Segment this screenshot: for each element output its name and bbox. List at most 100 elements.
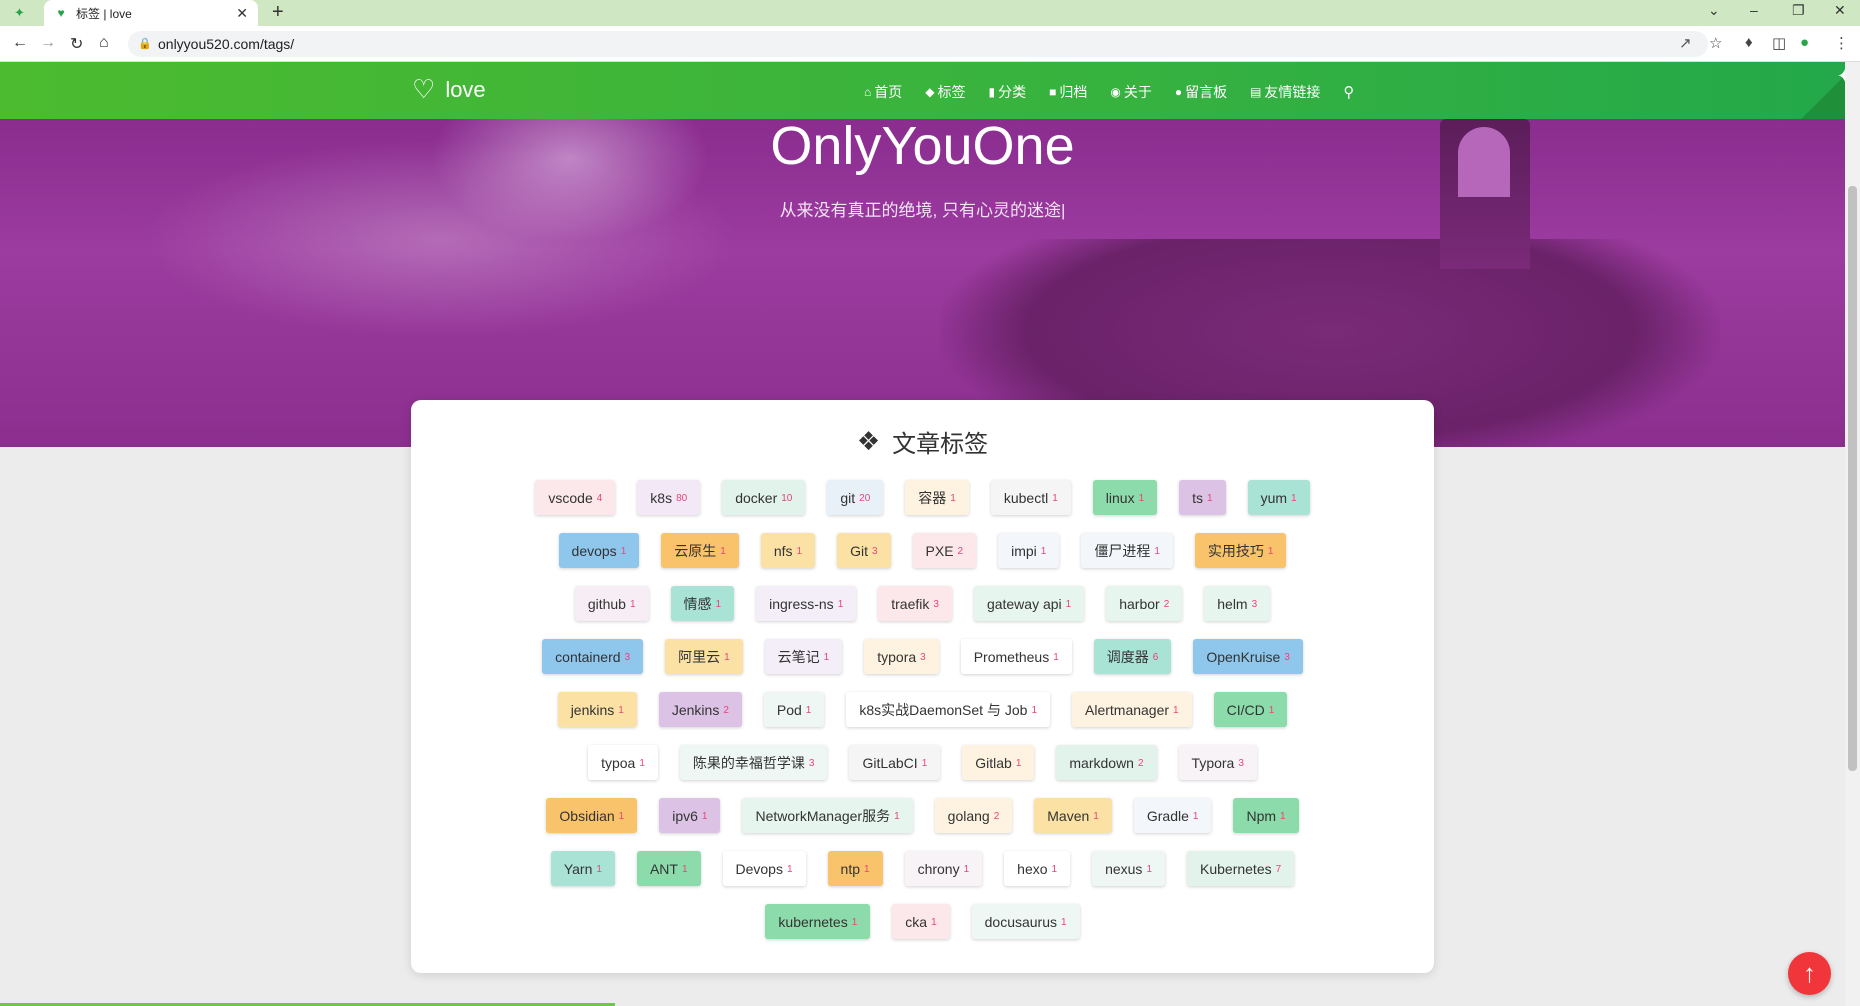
tag-link[interactable]: 容器 1 [905, 480, 969, 515]
minimize-button[interactable]: – [1750, 2, 1758, 18]
back-button[interactable]: ← [12, 34, 28, 52]
tag-link[interactable]: ipv6 1 [659, 798, 721, 833]
scrollbar-thumb[interactable] [1848, 186, 1857, 771]
search-button[interactable]: ⚲ [1343, 82, 1357, 102]
tag-link[interactable]: ingress-ns 1 [756, 586, 857, 621]
tag-link[interactable]: 云笔记 1 [764, 639, 843, 674]
tag-link[interactable]: docker 10 [722, 480, 806, 515]
new-tab-button[interactable]: + [272, 2, 284, 22]
tag-link[interactable]: github 1 [574, 586, 649, 621]
nav-categories[interactable]: ▮ 分类 [988, 82, 1026, 102]
tag-link[interactable]: chrony 1 [904, 851, 983, 886]
tag-link[interactable]: 僵尸进程 1 [1081, 533, 1173, 568]
nav-about[interactable]: ◉ 关于 [1110, 82, 1151, 102]
tag-link[interactable]: cka 1 [892, 904, 950, 939]
url-input[interactable]: 🔒 onlyyou520.com/tags/ [128, 31, 1708, 57]
tag-link[interactable]: Npm 1 [1233, 798, 1299, 833]
tag-link[interactable]: docusaurus 1 [971, 904, 1080, 939]
tag-link[interactable]: 阿里云 1 [665, 639, 743, 674]
tag-link[interactable]: k8s实战DaemonSet 与 Job 1 [846, 692, 1050, 727]
share-icon[interactable]: ↗ [1679, 34, 1692, 52]
tag-link[interactable]: jenkins 1 [557, 692, 637, 727]
tag-link[interactable]: 调度器 6 [1093, 639, 1172, 674]
back-to-top-button[interactable]: ↑ [1788, 952, 1831, 995]
home-button[interactable]: ⌂ [99, 34, 109, 52]
tag-link[interactable]: harbor 2 [1106, 586, 1183, 621]
site-logo[interactable]: ♡ love [412, 74, 486, 105]
tag-link[interactable]: CI/CD 1 [1213, 692, 1288, 727]
nav-tags[interactable]: ◆ 标签 [925, 82, 965, 102]
tag-name: CI/CD [1226, 701, 1265, 718]
tag-link[interactable]: kubernetes 1 [765, 904, 871, 939]
tag-link[interactable]: Gradle 1 [1133, 798, 1212, 833]
tag-link[interactable]: golang 2 [934, 798, 1013, 833]
tag-link[interactable]: impi 1 [998, 533, 1060, 568]
nav-friend-links[interactable]: ▤ 友情链接 [1250, 82, 1320, 102]
tag-link[interactable]: Yarn 1 [550, 851, 615, 886]
tag-link[interactable]: linux 1 [1092, 480, 1158, 515]
tag-name: Maven [1047, 807, 1090, 824]
tag-link[interactable]: Pod 1 [763, 692, 825, 727]
extensions-icon[interactable]: ♦ [1745, 34, 1753, 51]
tag-link[interactable]: ts 1 [1179, 480, 1226, 515]
tag-link[interactable]: traefik 3 [878, 586, 952, 621]
tag-link[interactable]: kubectl 1 [990, 480, 1071, 515]
tag-link[interactable]: typora 3 [864, 639, 939, 674]
tag-link[interactable]: Prometheus 1 [960, 639, 1072, 674]
tag-link[interactable]: Gitlab 1 [962, 745, 1035, 780]
profile-avatar-icon[interactable]: ● [1800, 34, 1809, 51]
tag-link[interactable]: 实用技巧 1 [1194, 533, 1287, 568]
tag-link[interactable]: markdown 2 [1056, 745, 1157, 780]
tag-link[interactable]: typoa 1 [588, 745, 658, 780]
tag-link[interactable]: 陈果的幸福哲学课 3 [679, 745, 828, 780]
bookmark-star-icon[interactable]: ☆ [1709, 34, 1722, 52]
tag-link[interactable]: Alertmanager 1 [1072, 692, 1192, 727]
tag-link[interactable]: 云原生 1 [661, 533, 739, 568]
close-window-button[interactable]: ✕ [1834, 2, 1846, 19]
tag-link[interactable]: helm 3 [1204, 586, 1271, 621]
tag-link[interactable]: ntp 1 [827, 851, 883, 886]
tag-link[interactable]: k8s 80 [637, 480, 701, 515]
tag-link[interactable]: hexo 1 [1004, 851, 1071, 886]
tag-link[interactable]: nexus 1 [1092, 851, 1165, 886]
nav-guestbook[interactable]: ● 留言板 [1175, 82, 1227, 102]
browser-tab[interactable]: ♥ 标签 | love ✕ [44, 0, 258, 26]
nav-archive[interactable]: ■ 归档 [1049, 82, 1087, 102]
forward-button[interactable]: → [40, 34, 56, 52]
tag-row: vscode 4 k8s 80 docker 10 git 20 容器 1 kubectl 1 linu… [411, 480, 1434, 533]
tag-link[interactable]: git 20 [827, 480, 884, 515]
tag-count: 1 [724, 652, 730, 663]
tag-link[interactable]: NetworkManager服务 1 [742, 798, 913, 833]
nav-label: 留言板 [1185, 84, 1228, 100]
tag-link[interactable]: Typora 3 [1178, 745, 1257, 780]
tag-link[interactable]: Kubernetes 7 [1187, 851, 1295, 886]
tag-link[interactable]: ANT 1 [636, 851, 701, 886]
tag-link[interactable]: Jenkins 2 [658, 692, 742, 727]
page-scrollbar[interactable] [1845, 62, 1860, 1006]
tag-link[interactable]: OpenKruise 3 [1193, 639, 1303, 674]
tag-link[interactable]: Devops 1 [722, 851, 806, 886]
close-tab-icon[interactable]: ✕ [236, 5, 248, 22]
tag-link[interactable]: Git 3 [837, 533, 891, 568]
tag-link[interactable]: yum 1 [1247, 480, 1310, 515]
tag-link[interactable]: Maven 1 [1034, 798, 1112, 833]
tag-link[interactable]: gateway api 1 [973, 586, 1085, 621]
tag-count: 2 [723, 705, 729, 716]
tag-name: OpenKruise [1206, 648, 1281, 665]
tag-link[interactable]: devops 1 [558, 533, 640, 568]
tag-link[interactable]: Obsidian 1 [546, 798, 638, 833]
nav-home[interactable]: ⌂ 首页 [864, 82, 902, 102]
tag-link[interactable]: 情感 1 [670, 586, 735, 621]
restore-button[interactable]: ❐ [1792, 2, 1805, 19]
tag-link[interactable]: nfs 1 [760, 533, 816, 568]
side-panel-icon[interactable]: ◫ [1772, 34, 1786, 52]
tab-search-icon[interactable]: ⌄ [1708, 2, 1720, 19]
tag-link[interactable]: vscode 4 [535, 480, 616, 515]
tag-link[interactable]: containerd 3 [542, 639, 644, 674]
menu-icon[interactable]: ⋮ [1834, 34, 1849, 52]
tag-link[interactable]: GitLabCI 1 [849, 745, 941, 780]
reload-button[interactable]: ↻ [70, 34, 83, 54]
tag-link[interactable]: PXE 2 [912, 533, 977, 568]
favicon-icon: ♥ [57, 6, 65, 20]
tag-name: docker [735, 489, 778, 506]
